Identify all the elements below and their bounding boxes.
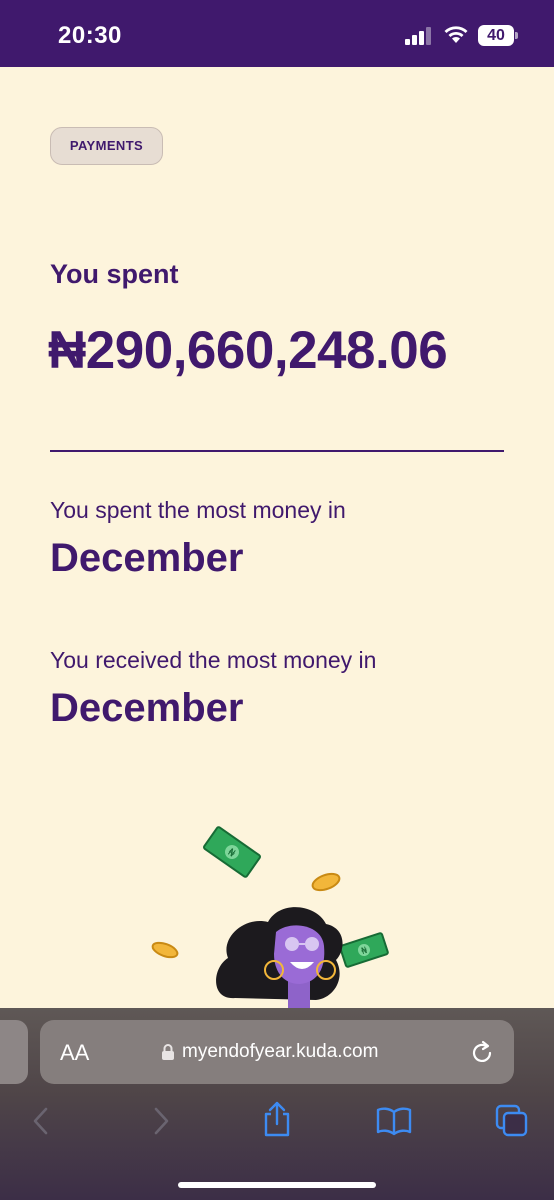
previous-tab-edge[interactable] bbox=[0, 1020, 28, 1084]
wifi-icon bbox=[444, 26, 468, 43]
text-size-label: AA bbox=[60, 1040, 90, 1065]
person-illustration: ₦ ₦ bbox=[151, 826, 389, 1010]
back-icon[interactable] bbox=[30, 1106, 52, 1136]
reload-icon[interactable] bbox=[470, 1040, 496, 1066]
battery-icon: 40 bbox=[478, 25, 518, 46]
signal-icon bbox=[405, 27, 431, 45]
most-spent-caption: You spent the most money in bbox=[50, 497, 346, 523]
most-spent-month: December bbox=[50, 536, 244, 580]
tabs-icon[interactable] bbox=[495, 1104, 529, 1138]
share-icon[interactable] bbox=[261, 1100, 293, 1138]
lock-icon bbox=[162, 1044, 174, 1060]
coin-icon bbox=[151, 941, 179, 959]
most-received-month: December bbox=[50, 686, 244, 730]
status-time: 20:30 bbox=[58, 22, 122, 49]
spent-amount: ₦290,660,248.06 bbox=[48, 321, 448, 380]
category-pill: PAYMENTS bbox=[50, 127, 163, 165]
bookmarks-icon[interactable] bbox=[376, 1106, 412, 1136]
url-text[interactable]: myendofyear.kuda.com bbox=[182, 1041, 378, 1063]
text-size-button[interactable]: AA bbox=[60, 1040, 89, 1066]
forward-icon[interactable] bbox=[150, 1106, 172, 1136]
most-received-caption: You received the most money in bbox=[50, 647, 377, 673]
coin-icon bbox=[311, 872, 341, 892]
home-indicator[interactable] bbox=[178, 1182, 376, 1188]
divider bbox=[50, 450, 504, 452]
battery-level: 40 bbox=[487, 27, 505, 44]
spent-label: You spent bbox=[50, 259, 179, 289]
banknote-icon: ₦ bbox=[203, 826, 261, 878]
banknote-icon: ₦ bbox=[339, 932, 389, 968]
status-bar: 20:30 40 bbox=[0, 0, 554, 67]
